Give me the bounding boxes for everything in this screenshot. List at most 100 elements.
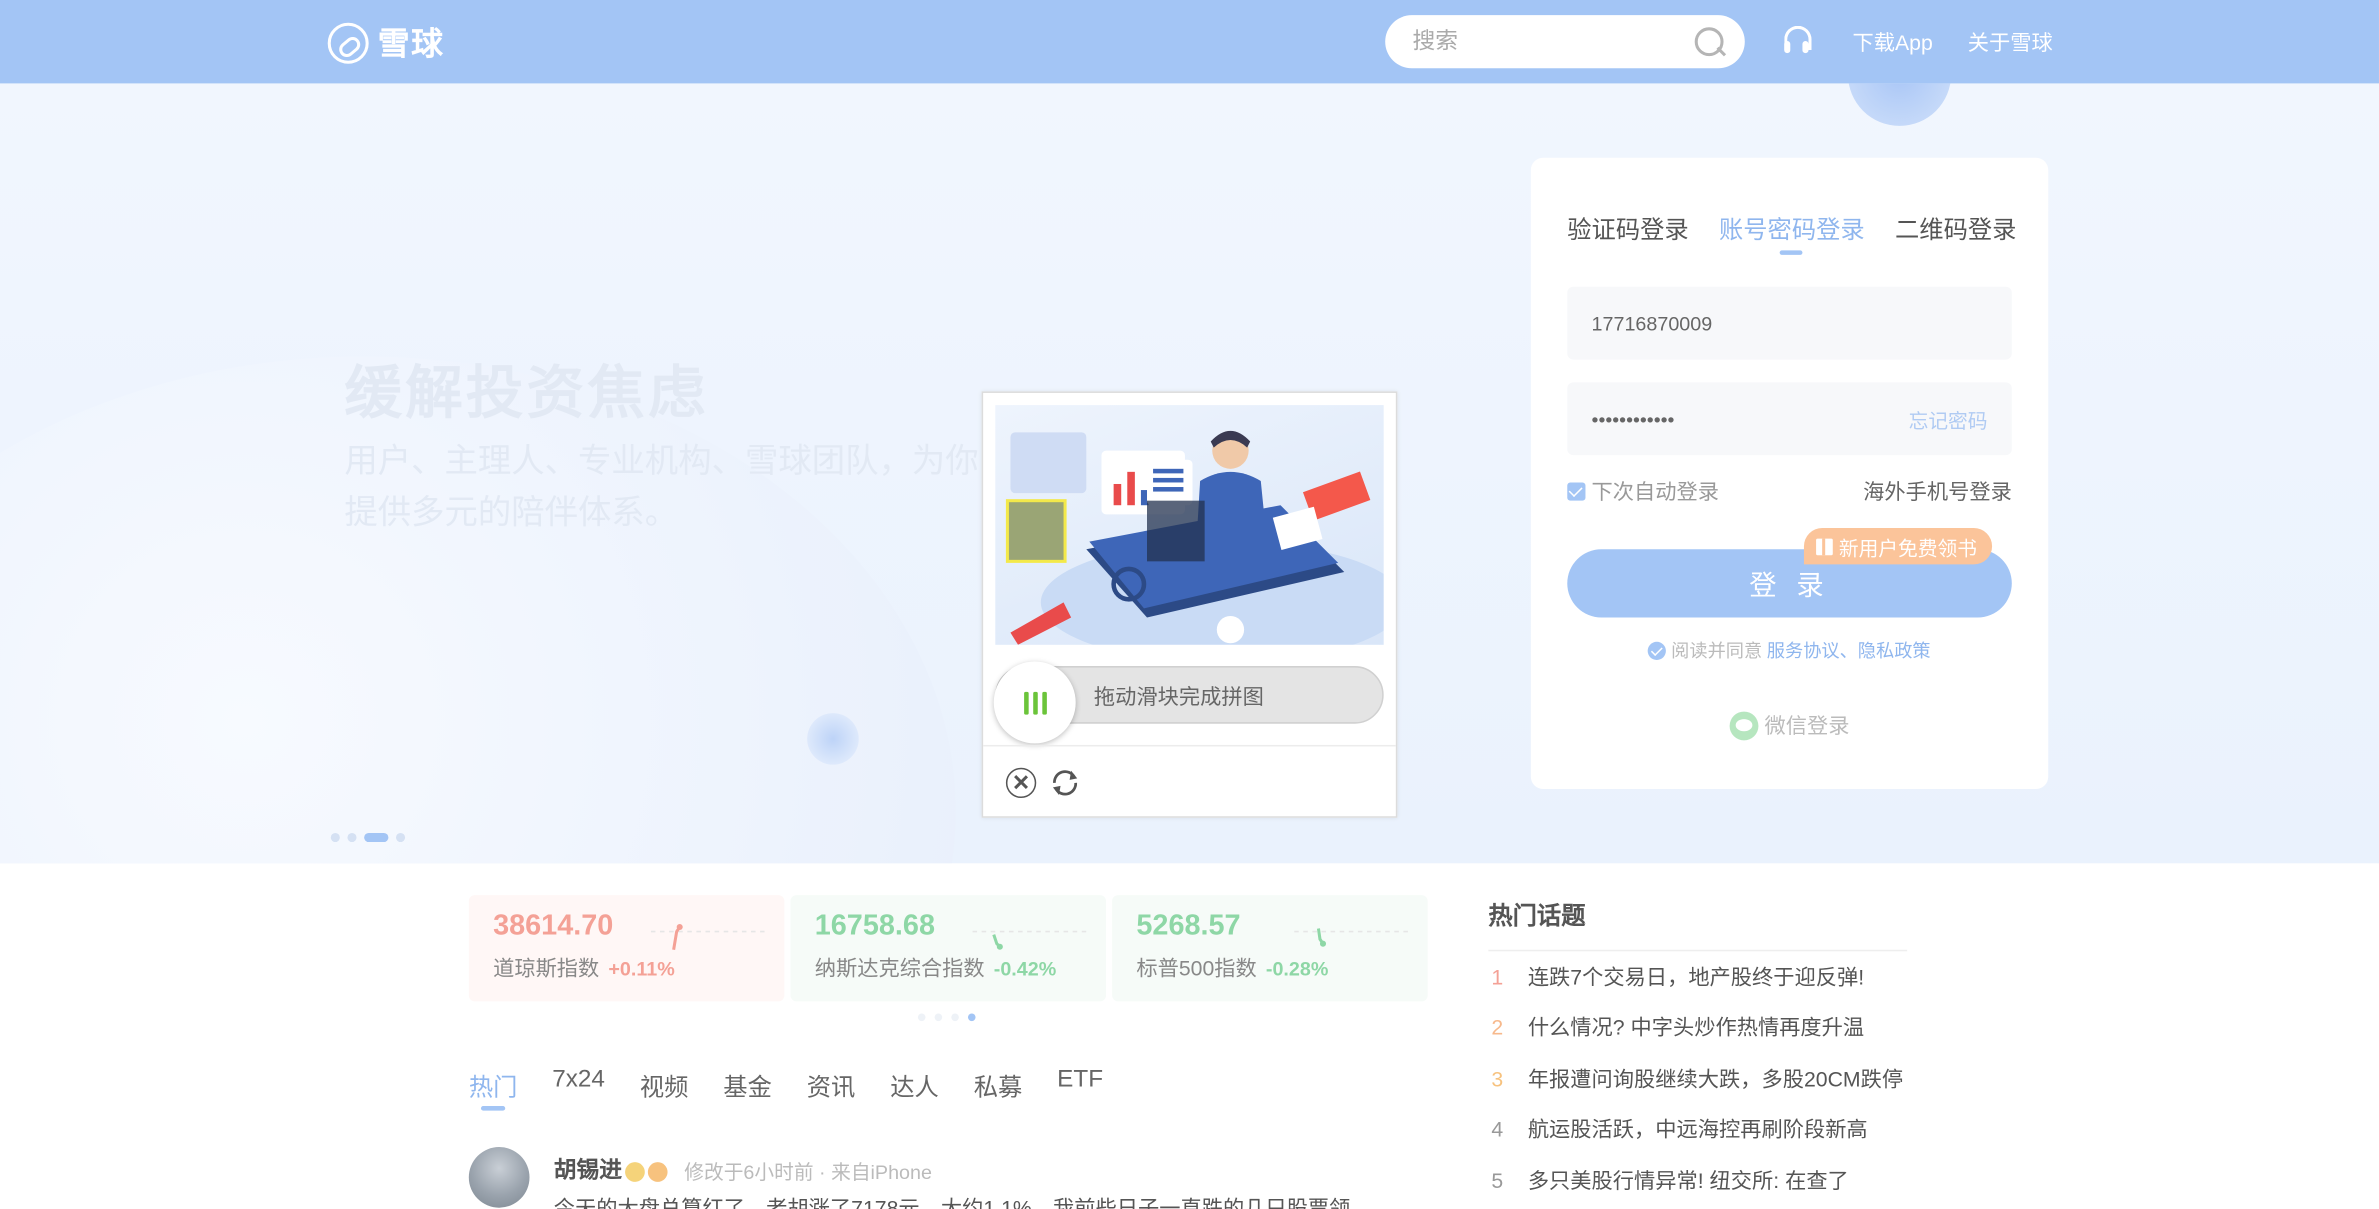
tab-private-fund[interactable]: 私募	[974, 1067, 1023, 1103]
grip-bar-icon	[1041, 691, 1047, 714]
tab-experts[interactable]: 达人	[890, 1067, 939, 1103]
carousel-dot[interactable]	[395, 832, 406, 843]
agreement-row: 阅读并同意 服务协议、隐私政策	[1531, 637, 2048, 663]
ticker-name: 道琼斯指数	[493, 955, 600, 981]
hot-topic-item[interactable]: 2 什么情况? 中字头炒作热情再度升温	[1488, 1002, 1913, 1053]
tab-password-login[interactable]: 账号密码登录	[1719, 209, 1865, 255]
topic-text[interactable]: 多只美股行情异常! 纽交所: 在查了	[1528, 1165, 1849, 1195]
hero-decoration	[0, 356, 956, 864]
ticker-nasdaq[interactable]: 16758.68 纳斯达克综合指数 -0.42%	[790, 895, 1107, 1002]
topic-rank: 2	[1491, 1015, 1504, 1040]
headset-icon[interactable]	[1781, 25, 1814, 56]
overseas-phone-login-link[interactable]: 海外手机号登录	[1863, 476, 2012, 506]
ticker-name: 标普500指数	[1136, 955, 1257, 981]
post-meta: 修改于6小时前 · 来自iPhone	[684, 1160, 932, 1184]
agreement-checkbox[interactable]	[1648, 641, 1667, 660]
market-tickers: 38614.70 道琼斯指数 +0.11% 16758.68 纳斯达克综合指数 -0…	[468, 895, 1428, 1002]
vip-badge-icon	[647, 1161, 668, 1182]
pager-dot-active[interactable]	[967, 1013, 976, 1022]
tab-video[interactable]: 视频	[640, 1067, 689, 1103]
gift-icon	[1816, 537, 1833, 555]
close-captcha-icon[interactable]	[1005, 767, 1037, 799]
hot-topic-item[interactable]: 3 年报遭问询股继续大跌，多股20CM跌停	[1488, 1053, 1913, 1104]
refresh-captcha-icon[interactable]	[1048, 766, 1081, 799]
hot-topic-item[interactable]: 5 多只美股行情异常! 纽交所: 在查了	[1488, 1155, 1913, 1206]
captcha-divider	[983, 744, 1396, 747]
download-app-link[interactable]: 下载App	[1853, 27, 1933, 57]
logo-text: 雪球	[377, 25, 445, 63]
wechat-icon[interactable]	[1729, 710, 1759, 740]
login-options: 下次自动登录 海外手机号登录	[1567, 476, 2012, 506]
avatar[interactable]	[468, 1147, 530, 1208]
grip-bar-icon	[1023, 691, 1028, 714]
logo[interactable]: 雪球	[327, 20, 445, 66]
search-icon[interactable]	[1693, 25, 1726, 58]
search-input[interactable]	[1412, 28, 1671, 55]
hot-topic-item[interactable]: 4 航运股活跃，中远海控再刷阶段新高	[1488, 1104, 1913, 1155]
topic-text[interactable]: 连跌7个交易日，地产股终于迎反弹!	[1528, 962, 1864, 992]
ticker-sparkline	[972, 930, 1087, 950]
tab-hot[interactable]: 热门	[469, 1067, 517, 1111]
password-field[interactable]: •••••••••••• 忘记密码	[1567, 382, 2012, 456]
tab-etf[interactable]: ETF	[1057, 1067, 1103, 1103]
grip-bar-icon	[1032, 691, 1038, 714]
pager-dot[interactable]	[951, 1013, 959, 1022]
topic-text[interactable]: 年报遭问询股继续大跌，多股20CM跌停	[1528, 1063, 1903, 1093]
tab-7x24[interactable]: 7x24	[552, 1067, 605, 1103]
topic-rank: 3	[1491, 1066, 1504, 1091]
ticker-dow[interactable]: 38614.70 道琼斯指数 +0.11%	[468, 895, 785, 1002]
slider-captcha: 拖动滑块完成拼图	[981, 391, 1398, 818]
ticker-sparkline	[650, 923, 765, 951]
hero-title: 缓解投资焦虑	[344, 359, 709, 427]
hero-decoration-ball	[1847, 83, 1952, 126]
forgot-password-link[interactable]: 忘记密码	[1909, 404, 1988, 433]
topic-rank: 5	[1491, 1167, 1504, 1193]
wechat-login[interactable]: 微信登录	[1531, 710, 2048, 740]
topic-text[interactable]: 什么情况? 中字头炒作热情再度升温	[1528, 1012, 1864, 1042]
ticker-sparkline	[1294, 928, 1408, 947]
wechat-login-label[interactable]: 微信登录	[1765, 710, 1850, 740]
carousel-dot[interactable]	[330, 832, 340, 843]
phone-field[interactable]: 17716870009	[1567, 286, 2012, 360]
hot-topics-panel: 热门话题 1 连跌7个交易日，地产股终于迎反弹! 2 什么情况? 中字头炒作热情再度…	[1488, 895, 1913, 1205]
search-box[interactable]	[1385, 15, 1745, 69]
post-author-name[interactable]: 胡锡进	[554, 1158, 622, 1184]
about-link[interactable]: 关于雪球	[1968, 27, 2053, 57]
top-header: 雪球 下载App 关于雪球	[0, 0, 2379, 84]
tab-fund[interactable]: 基金	[723, 1067, 772, 1103]
logo-icon	[327, 21, 369, 63]
login-card: 验证码登录 账号密码登录 二维码登录 17716870009 •••••••••…	[1530, 157, 2049, 789]
slider-handle[interactable]	[993, 661, 1076, 744]
agreement-links[interactable]: 服务协议、隐私政策	[1767, 637, 1931, 663]
verified-badge-icon	[625, 1161, 645, 1182]
agreement-prefix: 阅读并同意	[1671, 640, 1763, 662]
hot-topic-item[interactable]: 1 连跌7个交易日，地产股终于迎反弹!	[1488, 951, 1913, 1002]
auto-login-checkbox[interactable]	[1567, 482, 1586, 501]
carousel-dot[interactable]	[347, 832, 357, 843]
hero-subtitle: 用户、主理人、专业机构、雪球团队，为你提供多元的陪伴体系。	[344, 443, 979, 533]
ticker-pager[interactable]	[917, 1013, 976, 1022]
tab-sms-login[interactable]: 验证码登录	[1567, 209, 1688, 245]
auto-login-label[interactable]: 下次自动登录	[1592, 476, 1719, 506]
topic-rank: 4	[1491, 1117, 1504, 1142]
password-input[interactable]: ••••••••••••	[1592, 407, 1675, 430]
pager-dot[interactable]	[917, 1013, 926, 1022]
carousel-dots[interactable]	[330, 832, 406, 843]
post-body[interactable]: 今天的大盘总算红了，老胡涨了7178元，大约1.1%，我前些日子一直跌的几只股票…	[554, 1193, 1351, 1209]
ticker-sp500[interactable]: 5268.57 标普500指数 -0.28%	[1112, 895, 1428, 1002]
hot-topics-title: 热门话题	[1488, 904, 1586, 931]
topic-text[interactable]: 航运股活跃，中远海控再刷阶段新高	[1528, 1114, 1868, 1144]
captcha-illustration	[1005, 430, 1384, 645]
post-author[interactable]: 胡锡进	[554, 1153, 668, 1185]
phone-input[interactable]: 17716870009	[1592, 312, 1713, 335]
slider-hint: 拖动滑块完成拼图	[1093, 684, 1264, 709]
slider-track[interactable]: 拖动滑块完成拼图	[993, 661, 1384, 744]
hero-decoration-ball	[807, 713, 859, 765]
ticker-name: 纳斯达克综合指数	[814, 955, 985, 981]
tab-news[interactable]: 资讯	[807, 1067, 856, 1103]
pager-dot[interactable]	[934, 1013, 943, 1022]
feed-tabs: 热门 7x24 视频 基金 资讯 达人 私募 ETF	[469, 1067, 1103, 1111]
carousel-dot-active[interactable]	[364, 832, 389, 843]
new-user-promo-badge[interactable]: 新用户免费领书	[1803, 527, 1993, 565]
tab-qr-login[interactable]: 二维码登录	[1895, 209, 2016, 245]
